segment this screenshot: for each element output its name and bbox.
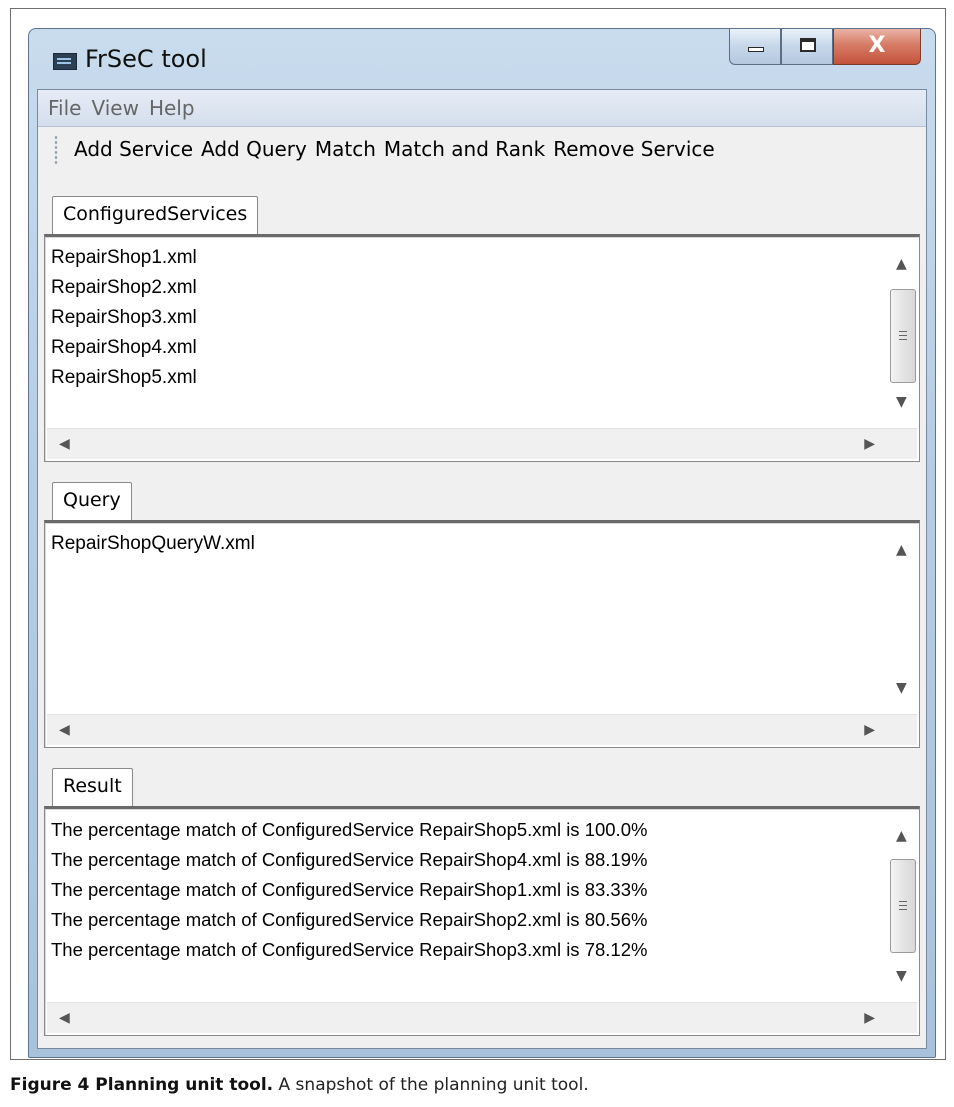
grip-icon bbox=[899, 331, 907, 341]
list-item[interactable]: RepairShop1.xml bbox=[51, 243, 883, 273]
list-item[interactable]: The percentage match of ConfiguredServic… bbox=[51, 815, 883, 845]
list-item[interactable]: RepairShop4.xml bbox=[51, 333, 883, 363]
minimize-icon bbox=[748, 47, 764, 52]
scroll-right-icon[interactable]: ▶ bbox=[864, 437, 875, 451]
maximize-button[interactable] bbox=[781, 29, 833, 65]
tab-query[interactable]: Query bbox=[52, 482, 132, 520]
list-item[interactable]: RepairShop5.xml bbox=[51, 363, 883, 393]
list-item[interactable]: RepairShopQueryW.xml bbox=[51, 529, 883, 559]
horizontal-scrollbar[interactable]: ◀ ▶ bbox=[47, 428, 917, 459]
scroll-left-icon[interactable]: ◀ bbox=[59, 723, 70, 737]
toolbar-grip-icon[interactable] bbox=[54, 135, 58, 165]
window-controls: X bbox=[729, 29, 921, 67]
scroll-left-icon[interactable]: ◀ bbox=[59, 1011, 70, 1025]
scroll-down-icon[interactable]: ▼ bbox=[896, 681, 907, 695]
list-item[interactable]: The percentage match of ConfiguredServic… bbox=[51, 845, 883, 875]
list-item[interactable]: RepairShop3.xml bbox=[51, 303, 883, 333]
client-area: File View Help Add Service Add Query Mat… bbox=[37, 89, 927, 1049]
list-item[interactable]: The percentage match of ConfiguredServic… bbox=[51, 935, 883, 965]
vertical-scrollbar[interactable]: ▲ ▼ bbox=[887, 239, 917, 427]
configured-services-panel: RepairShop1.xml RepairShop2.xml RepairSh… bbox=[44, 234, 920, 462]
grip-icon bbox=[899, 901, 907, 911]
caption-label: Figure 4 Planning unit tool. bbox=[10, 1075, 274, 1095]
menu-view[interactable]: View bbox=[91, 96, 138, 120]
scroll-down-icon[interactable]: ▼ bbox=[896, 395, 907, 409]
figure-caption: Figure 4 Planning unit tool. A snapshot … bbox=[10, 1075, 589, 1095]
scroll-up-icon[interactable]: ▲ bbox=[896, 543, 907, 557]
maximize-icon bbox=[800, 38, 816, 52]
scroll-up-icon[interactable]: ▲ bbox=[896, 829, 907, 843]
match-button[interactable]: Match bbox=[315, 137, 376, 161]
tab-configured-services[interactable]: ConfiguredServices bbox=[52, 196, 259, 234]
scroll-left-icon[interactable]: ◀ bbox=[59, 437, 70, 451]
result-panel: The percentage match of ConfiguredServic… bbox=[44, 806, 920, 1036]
add-service-button[interactable]: Add Service bbox=[74, 137, 193, 161]
scroll-up-icon[interactable]: ▲ bbox=[896, 257, 907, 271]
query-list[interactable]: RepairShopQueryW.xml bbox=[51, 529, 883, 711]
add-query-button[interactable]: Add Query bbox=[201, 137, 307, 161]
menu-file[interactable]: File bbox=[48, 96, 81, 120]
scroll-right-icon[interactable]: ▶ bbox=[864, 1011, 875, 1025]
vertical-scrollbar[interactable]: ▲ ▼ bbox=[887, 811, 917, 1001]
list-item[interactable]: The percentage match of ConfiguredServic… bbox=[51, 875, 883, 905]
horizontal-scrollbar[interactable]: ◀ ▶ bbox=[47, 1002, 917, 1033]
tab-result[interactable]: Result bbox=[52, 768, 133, 806]
menu-help[interactable]: Help bbox=[149, 96, 195, 120]
result-list[interactable]: The percentage match of ConfiguredServic… bbox=[51, 815, 883, 999]
caption-text: A snapshot of the planning unit tool. bbox=[273, 1075, 589, 1095]
match-and-rank-button[interactable]: Match and Rank bbox=[384, 137, 545, 161]
minimize-button[interactable] bbox=[729, 29, 781, 65]
remove-service-button[interactable]: Remove Service bbox=[553, 137, 714, 161]
menu-bar: File View Help bbox=[38, 90, 926, 127]
list-item[interactable]: The percentage match of ConfiguredServic… bbox=[51, 905, 883, 935]
scroll-down-icon[interactable]: ▼ bbox=[896, 969, 907, 983]
vertical-scrollbar[interactable]: ▲ ▼ bbox=[887, 525, 917, 713]
window-title: FrSeC tool bbox=[85, 45, 207, 73]
horizontal-scrollbar[interactable]: ◀ ▶ bbox=[47, 714, 917, 745]
scroll-thumb[interactable] bbox=[890, 859, 916, 953]
toolbar: Add Service Add Query Match Match and Ra… bbox=[38, 127, 926, 171]
list-item[interactable]: RepairShop2.xml bbox=[51, 273, 883, 303]
app-window-icon bbox=[53, 53, 77, 70]
query-panel: RepairShopQueryW.xml ▲ ▼ ◀ ▶ bbox=[44, 520, 920, 748]
scroll-right-icon[interactable]: ▶ bbox=[864, 723, 875, 737]
title-bar[interactable]: FrSeC tool X bbox=[29, 29, 935, 89]
scroll-thumb[interactable] bbox=[890, 289, 916, 383]
configured-services-list[interactable]: RepairShop1.xml RepairShop2.xml RepairSh… bbox=[51, 243, 883, 425]
close-button[interactable]: X bbox=[833, 29, 921, 65]
app-window: FrSeC tool X File View Help Add Service … bbox=[28, 28, 936, 1058]
close-icon: X bbox=[868, 33, 886, 58]
